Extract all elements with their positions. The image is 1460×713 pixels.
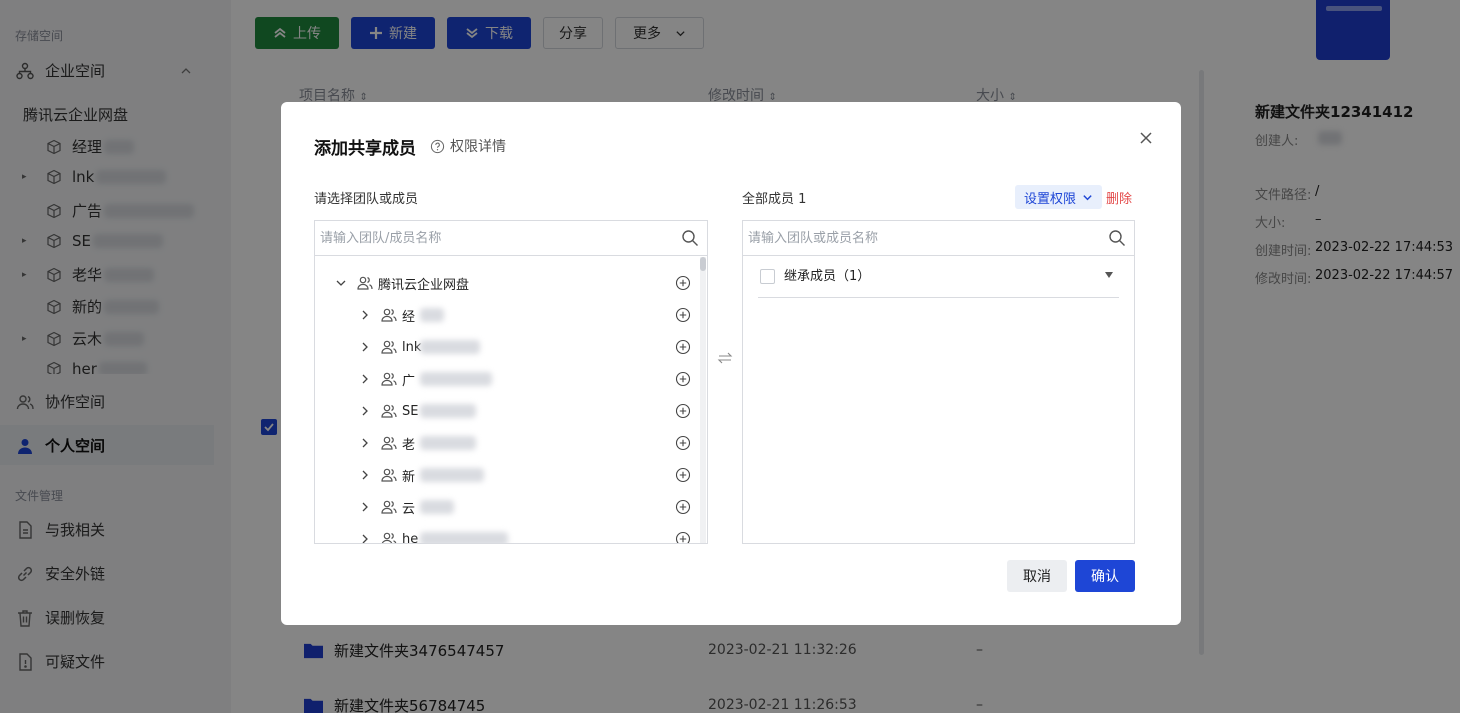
blurred-name bbox=[420, 372, 492, 386]
tree-node-label: SE bbox=[402, 403, 419, 419]
tree-node-label: 新 bbox=[402, 469, 416, 485]
add-circle-icon[interactable] bbox=[675, 531, 691, 543]
blurred-name bbox=[420, 500, 454, 514]
team-icon bbox=[381, 308, 397, 322]
add-circle-icon[interactable] bbox=[675, 435, 691, 451]
set-permission-label: 设置权限 bbox=[1023, 191, 1076, 207]
selected-members-panel: 继承成员（1） bbox=[742, 220, 1135, 544]
tree-scrollbar[interactable] bbox=[700, 257, 706, 543]
add-share-member-dialog: 添加共享成员 权限详情 请选择团队或成员 全部成员 1 设置权限 删除 腾讯云企… bbox=[281, 102, 1181, 625]
tree-node-label: 云 bbox=[402, 501, 416, 517]
add-circle-icon[interactable] bbox=[675, 467, 691, 483]
add-circle-icon[interactable] bbox=[675, 403, 691, 419]
select-team-label: 请选择团队或成员 bbox=[314, 192, 419, 207]
tree-node[interactable]: 老 bbox=[315, 427, 700, 459]
tree-node-label: lnk bbox=[402, 339, 422, 355]
chevron-right-icon[interactable] bbox=[358, 468, 372, 482]
chevron-right-icon[interactable] bbox=[358, 500, 372, 514]
chevron-right-icon[interactable] bbox=[358, 372, 372, 386]
add-circle-icon[interactable] bbox=[675, 275, 691, 291]
blurred-name bbox=[420, 340, 480, 354]
add-circle-icon[interactable] bbox=[675, 499, 691, 515]
team-tree: 腾讯云企业网盘经 lnk 广 SE 老新云 he bbox=[315, 257, 707, 543]
team-selector-panel: 腾讯云企业网盘经 lnk 广 SE 老新云 he bbox=[314, 220, 708, 544]
blurred-name bbox=[420, 308, 444, 322]
tree-node[interactable]: 经 bbox=[315, 299, 700, 331]
inherited-members-row[interactable]: 继承成员（1） bbox=[758, 269, 1119, 298]
chevron-right-icon[interactable] bbox=[358, 308, 372, 322]
tree-node-label: 老 bbox=[402, 437, 416, 453]
add-circle-icon[interactable] bbox=[675, 371, 691, 387]
member-list: 继承成员（1） bbox=[743, 257, 1134, 543]
search-icon[interactable] bbox=[681, 229, 699, 247]
right-search-box bbox=[743, 221, 1134, 256]
blurred-name bbox=[420, 404, 476, 418]
team-icon bbox=[357, 276, 373, 290]
tree-node[interactable]: 新 bbox=[315, 459, 700, 491]
tree-node-label: 腾讯云企业网盘 bbox=[378, 277, 470, 293]
team-icon bbox=[381, 404, 397, 418]
team-search-input[interactable] bbox=[320, 228, 660, 248]
search-icon[interactable] bbox=[1108, 229, 1126, 247]
tree-node[interactable]: lnk bbox=[315, 331, 700, 363]
add-circle-icon[interactable] bbox=[675, 307, 691, 323]
all-members-label: 全部成员 1 bbox=[742, 192, 807, 207]
chevron-right-icon[interactable] bbox=[358, 436, 372, 450]
close-icon[interactable] bbox=[1138, 130, 1154, 146]
team-icon bbox=[381, 436, 397, 450]
question-circle-icon bbox=[430, 139, 445, 153]
inherited-members-checkbox[interactable] bbox=[760, 269, 775, 284]
member-search-input[interactable] bbox=[748, 228, 1088, 248]
team-icon bbox=[381, 500, 397, 514]
tree-node[interactable]: he bbox=[315, 523, 700, 543]
team-icon bbox=[381, 468, 397, 482]
confirm-button[interactable]: 确认 bbox=[1075, 560, 1135, 592]
blurred-name bbox=[420, 436, 476, 450]
permission-details-link[interactable]: 权限详情 bbox=[430, 136, 506, 156]
set-permission-dropdown[interactable]: 设置权限 bbox=[1015, 185, 1102, 209]
chevron-right-icon[interactable] bbox=[358, 340, 372, 354]
tree-node-label: 广 bbox=[402, 373, 416, 389]
team-icon bbox=[381, 340, 397, 354]
cancel-button[interactable]: 取消 bbox=[1007, 560, 1067, 592]
caret-down-icon[interactable] bbox=[1105, 272, 1113, 278]
tree-node-label: 经 bbox=[402, 309, 416, 325]
inherited-members-label: 继承成员（1） bbox=[784, 269, 871, 284]
tree-node[interactable]: SE bbox=[315, 395, 700, 427]
chevron-down-icon[interactable] bbox=[334, 276, 348, 290]
delete-link[interactable]: 删除 bbox=[1106, 188, 1132, 207]
tree-node-label: he bbox=[402, 531, 419, 544]
add-circle-icon[interactable] bbox=[675, 339, 691, 355]
blurred-name bbox=[420, 532, 508, 543]
dialog-title: 添加共享成员 bbox=[314, 139, 416, 159]
chevron-down-icon bbox=[1083, 194, 1092, 200]
tree-node[interactable]: 腾讯云企业网盘 bbox=[315, 267, 700, 299]
tree-node[interactable]: 广 bbox=[315, 363, 700, 395]
help-label: 权限详情 bbox=[450, 139, 506, 155]
chevron-right-icon[interactable] bbox=[358, 404, 372, 418]
transfer-arrows-icon bbox=[717, 352, 733, 364]
team-icon bbox=[381, 372, 397, 386]
tree-node[interactable]: 云 bbox=[315, 491, 700, 523]
chevron-right-icon[interactable] bbox=[358, 532, 372, 543]
blurred-name bbox=[420, 468, 484, 482]
left-search-box bbox=[315, 221, 707, 256]
team-icon bbox=[381, 532, 397, 543]
